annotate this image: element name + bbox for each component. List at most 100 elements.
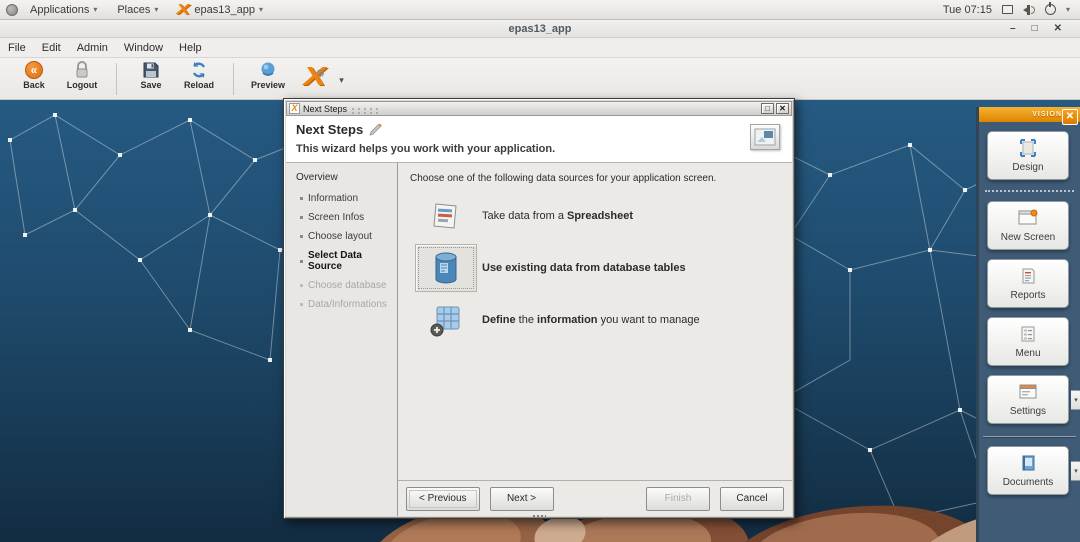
- option-define[interactable]: Define the information you want to manag…: [410, 294, 780, 346]
- desktop: Applications ▾ Places ▾ X epas13_app ▾ T…: [0, 0, 1080, 542]
- logout-button[interactable]: Logout: [58, 61, 106, 90]
- design-button[interactable]: Design: [987, 131, 1069, 180]
- display-settings-icon[interactable]: [1002, 5, 1013, 14]
- dialog-title-buttons: □ ✕: [761, 103, 789, 114]
- option-database[interactable]: Use existing data from database tables: [410, 242, 780, 294]
- wizard-steps-panel: Overview Information Screen Infos Choose…: [286, 163, 398, 516]
- wizard-footer: < Previous Next > Finish Cancel: [398, 480, 792, 516]
- dialog-titlebar[interactable]: X Next Steps □ ✕: [286, 101, 792, 116]
- settings-dropdown-button[interactable]: ▾: [1071, 390, 1080, 410]
- applications-menu-label: Applications: [30, 4, 89, 16]
- wizard-body: Overview Information Screen Infos Choose…: [286, 163, 792, 516]
- selected-option-box[interactable]: [415, 244, 477, 292]
- step-choose-layout[interactable]: Choose layout: [300, 231, 397, 242]
- previous-button[interactable]: < Previous: [406, 487, 480, 511]
- top-panel: Applications ▾ Places ▾ X epas13_app ▾ T…: [0, 0, 1080, 20]
- places-menu-label: Places: [117, 4, 150, 16]
- chevron-down-icon: ▾: [93, 5, 97, 14]
- next-button[interactable]: Next >: [490, 487, 554, 511]
- pencil-icon: [369, 124, 383, 136]
- bullet-icon: [300, 260, 303, 263]
- menu-help[interactable]: Help: [179, 42, 202, 54]
- wizard-content-column: Choose one of the following data sources…: [398, 163, 792, 516]
- spreadsheet-icon: [430, 200, 462, 232]
- running-app-menu[interactable]: X epas13_app ▾: [170, 0, 271, 20]
- app-toolbar: « Back Logout Save: [0, 58, 1080, 100]
- running-app-label: epas13_app: [194, 4, 255, 16]
- reload-button[interactable]: Reload: [175, 61, 223, 90]
- menu-edit[interactable]: Edit: [42, 42, 61, 54]
- back-icon: «: [25, 61, 43, 79]
- app-window-titlebar[interactable]: epas13_app – □ ✕: [0, 20, 1080, 38]
- option-icon-cell: [410, 244, 482, 292]
- documents-button-wrap: Documents ▾: [987, 446, 1072, 495]
- documents-button[interactable]: Documents: [987, 446, 1069, 495]
- option-spreadsheet[interactable]: Take data from a Spreadsheet: [410, 190, 780, 242]
- dialog-resize-grip[interactable]: [532, 514, 546, 518]
- wizard-header-title-row: Next Steps: [296, 122, 782, 137]
- settings-button-wrap: Settings ▾: [987, 375, 1072, 424]
- wizard-title: Next Steps: [296, 122, 363, 137]
- volume-icon[interactable]: [1023, 5, 1035, 15]
- menu-button-wrap: Menu: [987, 317, 1072, 366]
- bullet-icon: [300, 235, 303, 238]
- steps-header: Overview: [296, 172, 397, 183]
- app-menubar: File Edit Admin Window Help: [0, 38, 1080, 58]
- reload-icon: [190, 61, 208, 79]
- menu-file[interactable]: File: [8, 42, 26, 54]
- applications-menu[interactable]: Applications ▾: [22, 0, 105, 20]
- vision-solid-separator: [983, 436, 1076, 437]
- wizard-content: Choose one of the following data sources…: [398, 163, 792, 480]
- reports-document-icon: [1019, 267, 1037, 285]
- minimize-button[interactable]: –: [1010, 23, 1016, 34]
- power-icon[interactable]: [1045, 4, 1056, 15]
- vision-close-button[interactable]: ✕: [1062, 109, 1078, 125]
- window-controls: – □ ✕: [1010, 23, 1080, 34]
- preview-button[interactable]: Preview: [244, 61, 292, 90]
- floppy-save-icon: [142, 61, 160, 79]
- menu-admin[interactable]: Admin: [77, 42, 108, 54]
- new-screen-button[interactable]: New Screen: [987, 201, 1069, 250]
- close-button[interactable]: ✕: [1054, 23, 1062, 34]
- panel-right: Tue 07:15 ▾: [943, 4, 1080, 16]
- vision-panel: VISION ✕ Design New Screen: [976, 107, 1080, 542]
- option-define-label: Define the information you want to manag…: [482, 314, 700, 326]
- step-select-data-source[interactable]: Select Data Source: [300, 250, 397, 272]
- step-information[interactable]: Information: [300, 193, 397, 204]
- step-screen-infos[interactable]: Screen Infos: [300, 212, 397, 223]
- clock[interactable]: Tue 07:15: [943, 4, 992, 16]
- menu-window[interactable]: Window: [124, 42, 163, 54]
- dialog-x-logo-icon: X: [289, 103, 300, 114]
- chevron-down-icon: ▾: [154, 5, 158, 14]
- chevron-down-icon[interactable]: ▾: [1066, 5, 1070, 14]
- places-menu[interactable]: Places ▾: [109, 0, 166, 20]
- dialog-maximize-button[interactable]: □: [761, 103, 774, 114]
- step-choose-database: Choose database: [300, 280, 397, 291]
- gear-icon: ⚙: [315, 67, 325, 80]
- dialog-close-button[interactable]: ✕: [776, 103, 789, 114]
- menu-button[interactable]: Menu: [987, 317, 1069, 366]
- toolbar-dropdown-icon[interactable]: ▾: [339, 75, 344, 86]
- define-table-plus-icon: [429, 303, 463, 337]
- toolbar-separator: [233, 63, 234, 95]
- wizard-header-image: [750, 124, 780, 150]
- wizard-subtitle: This wizard helps you work with your app…: [296, 143, 782, 155]
- new-screen-button-wrap: New Screen: [987, 201, 1072, 250]
- bullet-icon: [300, 284, 303, 287]
- save-button[interactable]: Save: [127, 61, 175, 90]
- toolbar-separator: [116, 63, 117, 95]
- maximize-button[interactable]: □: [1032, 23, 1038, 34]
- app-x-logo-icon: X: [177, 1, 191, 18]
- option-database-label: Use existing data from database tables: [482, 262, 686, 274]
- finish-button: Finish: [646, 487, 710, 511]
- panel-left: Applications ▾ Places ▾ X epas13_app ▾: [0, 0, 271, 20]
- drag-dots-decoration: [350, 107, 380, 115]
- reports-button[interactable]: Reports: [987, 259, 1069, 308]
- vision-panel-title: VISION: [1032, 111, 1062, 118]
- back-button[interactable]: « Back: [10, 61, 58, 90]
- menu-list-icon: [1019, 325, 1037, 343]
- settings-button[interactable]: Settings: [987, 375, 1069, 424]
- cancel-button[interactable]: Cancel: [720, 487, 784, 511]
- vision-dotted-separator: [985, 190, 1074, 192]
- documents-dropdown-button[interactable]: ▾: [1071, 461, 1080, 481]
